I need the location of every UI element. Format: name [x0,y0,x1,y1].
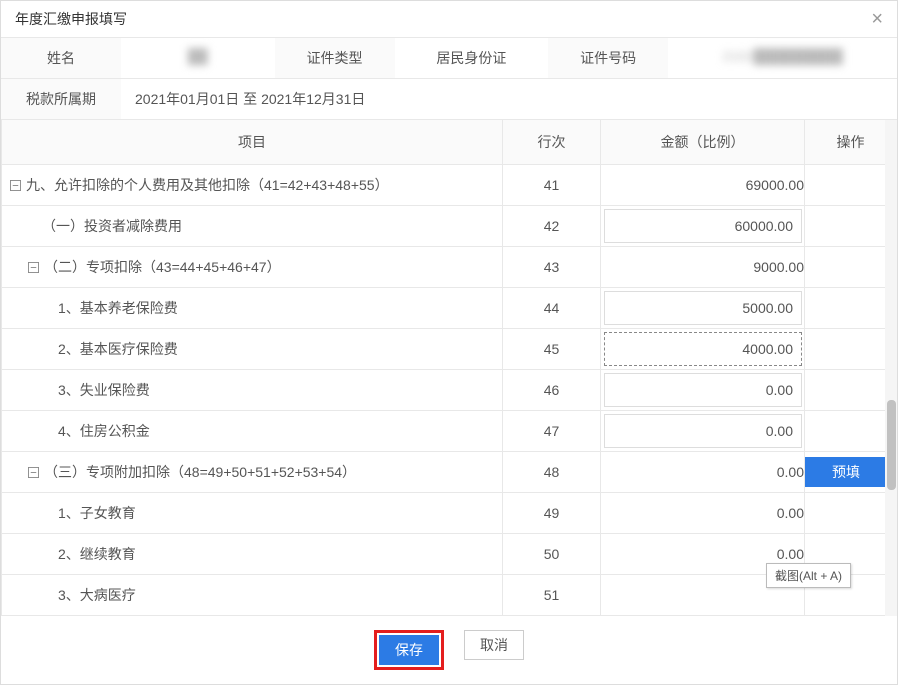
row-number: 50 [503,534,601,575]
op-cell [805,288,897,329]
annual-filing-modal: 年度汇缴申报填写 × 姓名 ██ 证件类型 居民身份证 证件号码 2102███… [0,0,898,685]
op-cell [805,206,897,247]
table-row: 九、允许扣除的个人费用及其他扣除（41=42+43+48+55） 4169000.… [2,165,897,206]
table-row: （三）专项附加扣除（48=49+50+51+52+53+54） 480.00预填 [2,452,897,493]
name-label: 姓名 [1,38,121,78]
th-op: 操作 [805,120,897,165]
prefill-button[interactable]: 预填 [805,457,887,487]
th-amount: 金额（比例） [601,120,805,165]
amount-cell [601,329,805,370]
table-row: 3、失业保险费 46 [2,370,897,411]
amount-cell: 9000.00 [601,247,805,288]
cancel-button[interactable]: 取消 [464,630,524,660]
table-header-row: 项目 行次 金额（比例） 操作 [2,120,897,165]
item-label: 九、允许扣除的个人费用及其他扣除（41=42+43+48+55） [26,175,496,195]
table-row: 2、基本医疗保险费 45 [2,329,897,370]
amount-cell [601,288,805,329]
row-number: 49 [503,493,601,534]
row-number: 47 [503,411,601,452]
save-button[interactable]: 保存 [379,635,439,665]
op-cell [805,329,897,370]
amount-input[interactable] [604,291,802,325]
table-wrapper: 项目 行次 金额（比例） 操作 九、允许扣除的个人费用及其他扣除（41=42+4… [1,120,897,616]
amount-cell [601,370,805,411]
id-type-label: 证件类型 [275,38,395,78]
name-value: ██ [121,38,275,78]
item-label: 2、继续教育 [58,544,496,564]
op-cell [805,493,897,534]
item-label: 1、基本养老保险费 [58,298,496,318]
close-icon[interactable]: × [871,9,883,29]
row-number: 45 [503,329,601,370]
row-number: 51 [503,575,601,616]
op-cell [805,165,897,206]
amount-input[interactable] [604,209,802,243]
table-row: 1、基本养老保险费 44 [2,288,897,329]
scrollbar[interactable] [885,120,897,616]
item-label: 3、失业保险费 [58,380,496,400]
row-number: 41 [503,165,601,206]
amount-cell: 69000.00 [601,165,805,206]
table-row: （二）专项扣除（43=44+45+46+47） 439000.00 [2,247,897,288]
amount-cell [601,411,805,452]
save-highlight: 保存 [374,630,444,670]
amount-input[interactable] [604,332,802,366]
scroll-thumb[interactable] [887,400,896,490]
amount-input[interactable] [604,414,802,448]
item-label: （二）专项扣除（43=44+45+46+47） [44,257,496,277]
op-cell: 预填 [805,452,897,493]
item-label: 1、子女教育 [58,503,496,523]
op-cell [805,411,897,452]
th-item: 项目 [2,120,503,165]
item-label: 2、基本医疗保险费 [58,339,496,359]
info-row: 姓名 ██ 证件类型 居民身份证 证件号码 2102█████████ [1,38,897,79]
item-label: 3、大病医疗 [58,585,496,605]
period-row: 税款所属期 2021年01月01日 至 2021年12月31日 [1,79,897,120]
collapse-icon[interactable] [26,260,40,274]
collapse-icon[interactable] [8,178,22,192]
row-number: 43 [503,247,601,288]
th-row: 行次 [503,120,601,165]
item-label: （一）投资者减除费用 [42,216,496,236]
op-cell [805,247,897,288]
modal-title: 年度汇缴申报填写 [15,9,127,29]
table-row: （一）投资者减除费用 42 [2,206,897,247]
row-number: 46 [503,370,601,411]
op-cell [805,370,897,411]
table-row: 1、子女教育 490.00 [2,493,897,534]
amount-cell: 0.00 [601,452,805,493]
screenshot-tooltip: 截图(Alt + A) [766,563,851,588]
amount-cell [601,206,805,247]
collapse-icon[interactable] [26,465,40,479]
id-number-label: 证件号码 [548,38,668,78]
id-number-text: 2102█████████ [722,48,842,64]
item-label: （三）专项附加扣除（48=49+50+51+52+53+54） [44,462,496,482]
modal-header: 年度汇缴申报填写 × [1,1,897,38]
period-label: 税款所属期 [1,79,121,119]
id-number-value: 2102█████████ [668,38,897,78]
period-value: 2021年01月01日 至 2021年12月31日 [121,79,897,119]
table-row: 2、继续教育500.00 [2,534,897,575]
modal-footer: 保存 取消 [1,616,897,684]
row-number: 48 [503,452,601,493]
item-label: 4、住房公积金 [58,421,496,441]
table-row: 3、大病医疗 51 [2,575,897,616]
row-number: 42 [503,206,601,247]
id-type-value: 居民身份证 [395,38,549,78]
row-number: 44 [503,288,601,329]
amount-input[interactable] [604,373,802,407]
table-row: 4、住房公积金 47 [2,411,897,452]
amount-cell: 0.00 [601,493,805,534]
items-table: 项目 行次 金额（比例） 操作 九、允许扣除的个人费用及其他扣除（41=42+4… [1,120,897,616]
